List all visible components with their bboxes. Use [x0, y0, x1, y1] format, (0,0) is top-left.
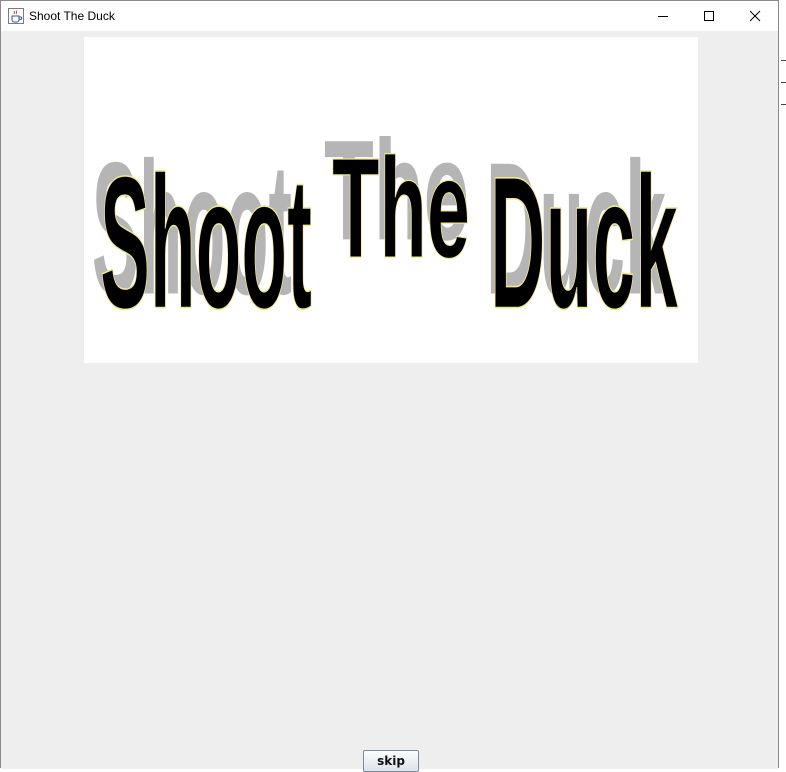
window-controls	[640, 1, 778, 31]
window-title: Shoot The Duck	[29, 9, 115, 23]
desktop-edge-mark	[781, 104, 786, 105]
java-cup-icon	[8, 8, 24, 24]
banner-word-duck: Duck	[490, 139, 678, 349]
close-button[interactable]	[732, 1, 778, 31]
desktop-edge-mark	[781, 82, 786, 83]
title-banner-image: Shoot The Duck Shoot The Duck	[84, 37, 698, 363]
maximize-icon	[704, 11, 714, 21]
content-panel: Shoot The Duck Shoot The Duck skip	[1, 31, 778, 772]
desktop-edge	[779, 0, 786, 768]
app-window: Shoot The Duck Shoot The Duck Shoot The …	[0, 0, 779, 772]
skip-button[interactable]: skip	[363, 750, 419, 772]
minimize-button[interactable]	[640, 1, 686, 31]
minimize-icon	[658, 16, 668, 17]
maximize-button[interactable]	[686, 1, 732, 31]
close-icon	[749, 10, 761, 22]
title-bar[interactable]: Shoot The Duck	[1, 1, 778, 31]
banner-word-shoot: Shoot	[100, 139, 312, 349]
desktop-edge-mark	[781, 60, 786, 61]
banner-word-the: The	[332, 129, 470, 288]
